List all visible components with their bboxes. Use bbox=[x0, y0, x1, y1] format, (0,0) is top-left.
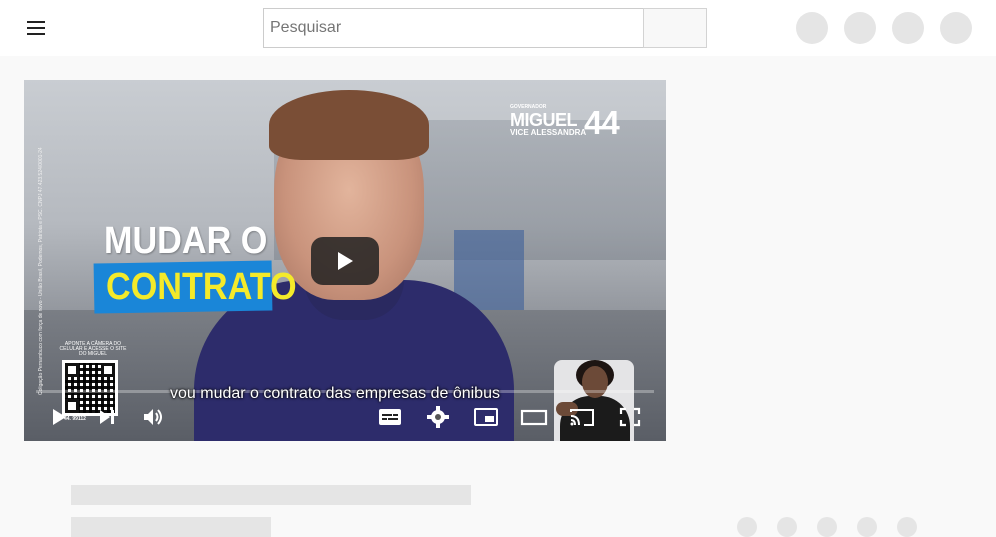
miniplayer-icon[interactable] bbox=[471, 403, 501, 431]
avatar[interactable] bbox=[940, 12, 972, 44]
settings-gear-icon[interactable] bbox=[423, 403, 453, 431]
notifications-icon[interactable] bbox=[892, 12, 924, 44]
side-disclaimer-text: Coligação Pernambuco com força de novo -… bbox=[38, 147, 44, 395]
apps-icon[interactable] bbox=[844, 12, 876, 44]
action-skeleton bbox=[857, 517, 877, 537]
menu-line bbox=[27, 33, 45, 35]
hamburger-menu-icon[interactable] bbox=[24, 16, 48, 40]
qr-corner bbox=[101, 363, 115, 377]
action-skeleton bbox=[777, 517, 797, 537]
video-player[interactable]: Coligação Pernambuco com força de novo -… bbox=[24, 80, 666, 441]
overlay-headline-line1: MUDAR O bbox=[104, 220, 268, 262]
video-person-hair bbox=[269, 90, 429, 160]
fullscreen-icon[interactable] bbox=[615, 403, 645, 431]
action-skeleton bbox=[897, 517, 917, 537]
action-skeleton bbox=[817, 517, 837, 537]
side-disclaimer: Coligação Pernambuco com força de novo -… bbox=[38, 140, 50, 400]
subtitles-icon[interactable] bbox=[375, 403, 405, 431]
player-controls bbox=[24, 393, 666, 441]
large-play-button[interactable] bbox=[311, 237, 379, 285]
logo-number: 44 bbox=[584, 104, 620, 141]
title-skeleton bbox=[71, 485, 471, 505]
create-icon[interactable] bbox=[796, 12, 828, 44]
theater-mode-icon[interactable] bbox=[519, 403, 549, 431]
qr-corner bbox=[65, 363, 79, 377]
play-icon[interactable] bbox=[44, 403, 74, 431]
subtitle-skeleton bbox=[71, 517, 271, 537]
action-skeleton bbox=[737, 517, 757, 537]
campaign-logo: GOVERNADOR MIGUEL VICE ALESSANDRA 44 bbox=[510, 104, 640, 141]
search-button[interactable] bbox=[643, 8, 707, 48]
logo-vice: VICE ALESSANDRA bbox=[510, 128, 587, 137]
volume-icon[interactable] bbox=[138, 403, 168, 431]
menu-line bbox=[27, 27, 45, 29]
top-bar bbox=[0, 0, 996, 56]
cast-icon[interactable] bbox=[567, 403, 597, 431]
skip-next-icon[interactable] bbox=[92, 403, 122, 431]
menu-line bbox=[27, 21, 45, 23]
search-input[interactable] bbox=[263, 8, 644, 48]
overlay-headline-line2: CONTRATO bbox=[106, 266, 297, 308]
qr-caption: APONTE A CÂMERA DO CELULAR E ACESSE O SI… bbox=[59, 341, 127, 357]
